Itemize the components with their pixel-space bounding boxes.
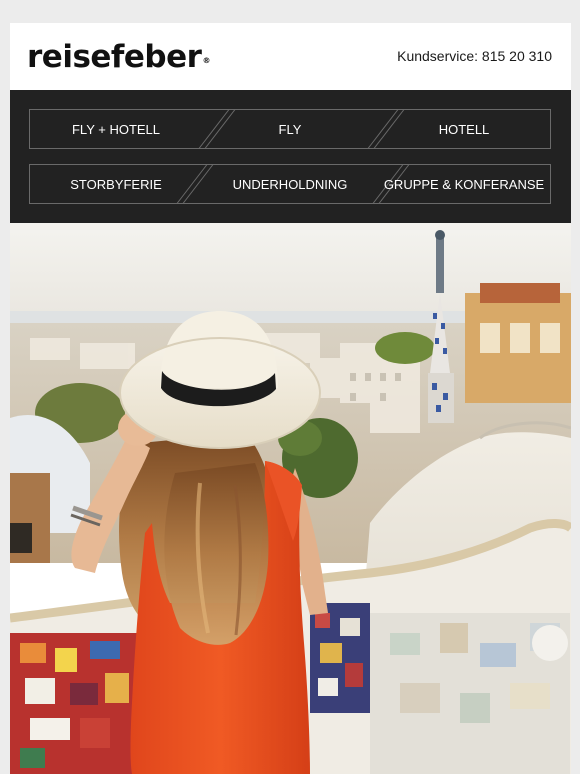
logo-registered-mark: ® bbox=[202, 56, 210, 65]
nav-row-2: STORBYFERIE UNDERHOLDNING GRUPPE & KONFE… bbox=[29, 164, 551, 204]
header: reisefeber® Kundservice: 815 20 310 bbox=[10, 23, 571, 90]
nav-underholdning[interactable]: UNDERHOLDNING bbox=[203, 164, 377, 204]
logo-text: reisefeber bbox=[27, 39, 202, 75]
nav-hotell[interactable]: HOTELL bbox=[377, 109, 551, 149]
hero-image[interactable] bbox=[10, 223, 571, 774]
customer-service-phone[interactable]: Kundservice: 815 20 310 bbox=[397, 48, 552, 64]
category-navigation: FLY + HOTELL FLY HOTELL STORBYFERIE UNDE… bbox=[10, 90, 571, 223]
reisefeber-logo[interactable]: reisefeber® bbox=[27, 35, 210, 79]
nav-row-1: FLY + HOTELL FLY HOTELL bbox=[29, 109, 551, 149]
nav-fly[interactable]: FLY bbox=[203, 109, 377, 149]
nav-storbyferie[interactable]: STORBYFERIE bbox=[29, 164, 203, 204]
nav-gruppe-konferanse[interactable]: GRUPPE & KONFERANSE bbox=[377, 164, 551, 204]
nav-fly-hotell[interactable]: FLY + HOTELL bbox=[29, 109, 203, 149]
hero-illustration bbox=[10, 223, 571, 774]
email-container: reisefeber® Kundservice: 815 20 310 FLY … bbox=[10, 23, 571, 774]
